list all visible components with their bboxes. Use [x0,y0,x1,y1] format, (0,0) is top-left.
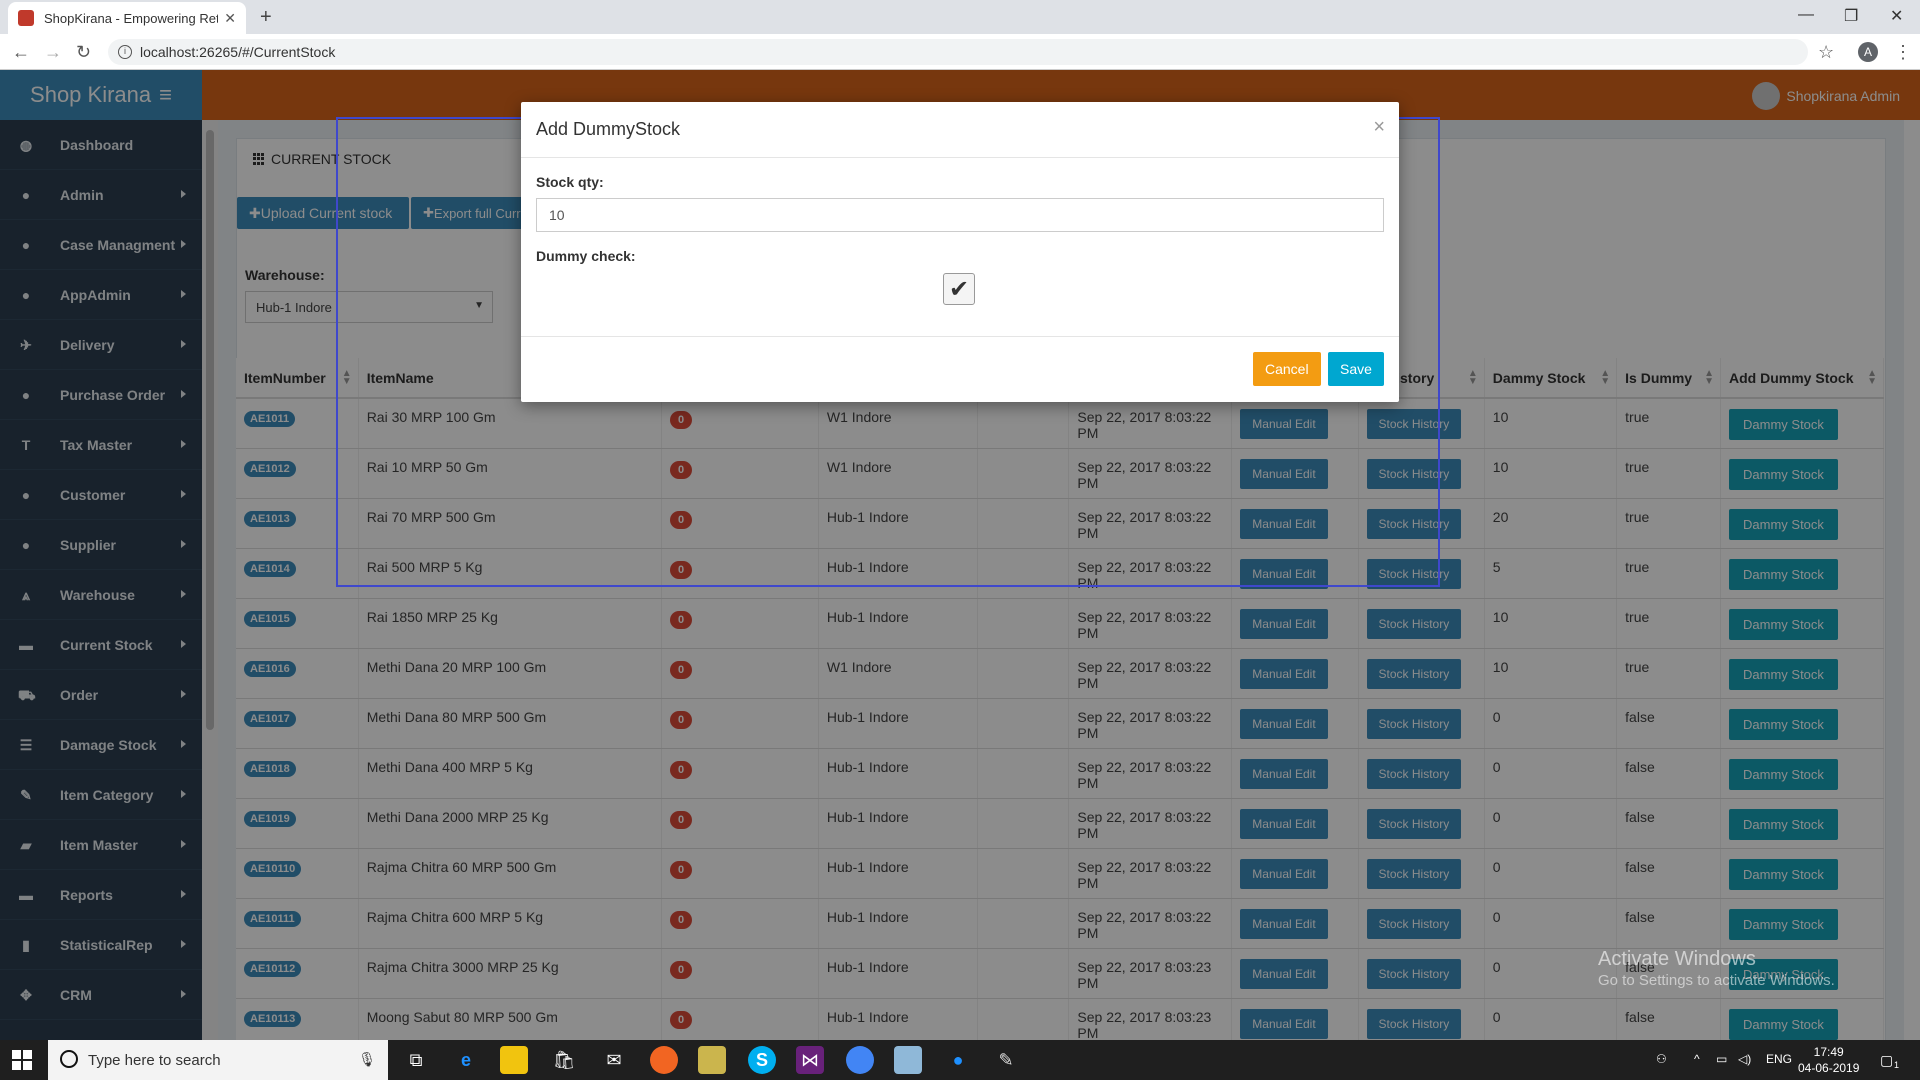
tab-title: ShopKirana - Empowering Retail [44,10,219,26]
back-icon[interactable]: ← [12,42,30,63]
browser-menu-icon[interactable]: ⋮ [1894,42,1912,63]
checkmark-icon: ✔ [948,275,970,303]
tray-chevron-icon[interactable]: ^ [1694,1052,1700,1066]
notification-icon[interactable]: ▢ [1880,1052,1893,1069]
taskbar-search-box[interactable]: Type here to search 🎙 [48,1040,388,1080]
browser-toolbar: ← → ↻ i localhost:26265/#/CurrentStock ☆… [0,34,1920,70]
file-explorer-icon[interactable] [500,1046,528,1074]
browser-tab[interactable]: ShopKirana - Empowering Retail ✕ [8,2,246,34]
stock-qty-label: Stock qty: [536,174,604,190]
activate-windows-title: Activate Windows [1598,948,1756,970]
bookmark-star-icon[interactable]: ☆ [1818,42,1834,63]
people-icon[interactable]: ⚇ [1656,1052,1667,1066]
visual-studio-icon[interactable]: ⋈ [796,1046,824,1074]
app-folder-icon[interactable] [698,1046,726,1074]
chrome-icon[interactable] [846,1046,874,1074]
mail-icon[interactable]: ✉ [600,1046,628,1074]
windows-start-icon[interactable] [12,1050,32,1070]
language-indicator[interactable]: ENG [1766,1052,1792,1066]
dummy-checkbox[interactable]: ✔ [943,273,975,305]
modal-footer: Cancel Save [521,336,1399,402]
clock[interactable]: 17:49 04-06-2019 [1798,1044,1859,1076]
modal-close-icon[interactable]: × [1373,116,1385,139]
browser-tab-strip: ShopKirana - Empowering Retail ✕ + — ❐ ✕ [0,0,1920,34]
app-orange-icon[interactable] [650,1046,678,1074]
site-info-icon[interactable]: i [118,45,132,59]
minimize-icon[interactable]: — [1798,6,1814,24]
tab-close-icon[interactable]: ✕ [224,10,236,27]
maximize-icon[interactable]: ❐ [1844,6,1858,26]
cancel-button[interactable]: Cancel [1253,352,1321,386]
stock-qty-input[interactable]: 10 [536,198,1384,232]
activate-windows-subtitle: Go to Settings to activate Windows. [1598,972,1835,989]
task-view-icon[interactable]: ⧉ [402,1046,430,1074]
microphone-icon[interactable]: 🎙 [358,1051,376,1068]
skype-icon[interactable]: S [748,1046,776,1074]
paint-icon[interactable]: ✎ [992,1046,1020,1074]
store-icon[interactable]: 🛍 [550,1046,578,1074]
reload-icon[interactable]: ↻ [76,42,91,63]
network-icon[interactable]: ▭ [1716,1052,1727,1066]
cortana-icon [60,1050,78,1068]
maps-icon[interactable]: ● [944,1046,972,1074]
notification-count: 1 [1894,1060,1900,1070]
windows-taskbar: Type here to search 🎙 ⧉ e 🛍 ✉ S ⋈ ● ✎ ⚇ … [0,1040,1920,1080]
app-notepad-icon[interactable] [894,1046,922,1074]
modal-title: Add DummyStock [536,119,681,139]
dummy-check-label: Dummy check: [536,248,636,264]
volume-icon[interactable]: ◁) [1738,1052,1751,1066]
address-bar[interactable]: i localhost:26265/#/CurrentStock [108,39,1808,65]
window-close-icon[interactable]: ✕ [1890,6,1903,26]
shopkirana-favicon-icon [18,10,34,26]
modal-header: Add DummyStock × [521,102,1399,158]
url-text: localhost:26265/#/CurrentStock [140,44,336,60]
save-button[interactable]: Save [1328,352,1384,386]
forward-icon[interactable]: → [44,42,62,63]
new-tab-icon[interactable]: + [260,6,272,29]
add-dummy-stock-modal: Add DummyStock × Stock qty: 10 Dummy che… [521,102,1399,402]
edge-icon[interactable]: e [452,1046,480,1074]
profile-avatar[interactable]: A [1858,42,1878,62]
